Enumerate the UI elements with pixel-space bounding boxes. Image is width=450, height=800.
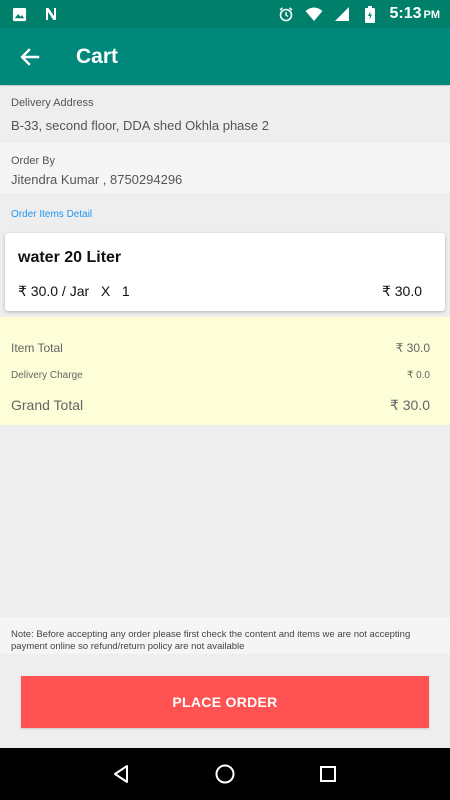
back-nav-icon[interactable] [102, 754, 142, 794]
alarm-icon [277, 5, 295, 23]
place-order-button[interactable]: PLACE ORDER [21, 676, 429, 728]
status-right: 5:13 PM [277, 5, 440, 23]
delivery-address-section: Delivery Address B-33, second floor, DDA… [0, 86, 450, 143]
status-left [10, 5, 60, 23]
item-line-total: ₹ 30.0 [381, 283, 422, 299]
order-by-label: Order By [11, 155, 56, 167]
system-nav-bar [0, 748, 450, 800]
recents-nav-icon[interactable] [308, 754, 348, 794]
delivery-address-value: B-33, second floor, DDA shed Okhla phase… [11, 118, 269, 133]
image-icon [10, 5, 28, 23]
price-summary: Item Total ₹ 30.0 Delivery Charge ₹ 0.0 … [0, 317, 450, 425]
grand-total-value: ₹ 30.0 [389, 397, 430, 413]
delivery-charge-row: Delivery Charge ₹ 0.0 [11, 370, 430, 381]
item-total-label: Item Total [11, 341, 63, 355]
status-bar: 5:13 PM [0, 0, 450, 28]
arrow-back-icon[interactable] [20, 47, 40, 67]
page-title: Cart [76, 44, 119, 68]
order-items-detail-label: Order Items Detail [11, 209, 93, 220]
item-name: water 20 Liter [18, 249, 122, 266]
delivery-charge-value: ₹ 0.0 [406, 370, 430, 381]
grand-total-row: Grand Total ₹ 30.0 [11, 397, 430, 414]
policy-note: Note: Before accepting any order please … [0, 617, 450, 654]
status-time: 5:13 PM [389, 5, 440, 23]
order-by-section: Order By Jitendra Kumar , 8750294296 [0, 143, 450, 193]
signal-icon [333, 5, 351, 23]
home-nav-icon[interactable] [205, 754, 245, 794]
delivery-address-label: Delivery Address [11, 97, 94, 109]
item-total-value: ₹ 30.0 [395, 341, 430, 355]
item-rate-quantity: ₹ 30.0 / Jar X 1 [18, 283, 130, 299]
order-by-value: Jitendra Kumar , 8750294296 [11, 172, 183, 187]
grand-total-label: Grand Total [11, 397, 84, 413]
status-time-value: 5:13 [389, 5, 422, 22]
cart-item-card[interactable]: water 20 Liter ₹ 30.0 / Jar X 1 ₹ 30.0 [5, 233, 445, 311]
item-total-row: Item Total ₹ 30.0 [11, 341, 430, 355]
n-notification-icon [42, 5, 60, 23]
app-bar: Cart [0, 28, 450, 85]
battery-icon [361, 5, 379, 23]
wifi-icon [305, 5, 323, 23]
back-button[interactable] [0, 28, 60, 85]
status-time-ampm: PM [423, 9, 441, 21]
delivery-charge-label: Delivery Charge [11, 370, 83, 381]
